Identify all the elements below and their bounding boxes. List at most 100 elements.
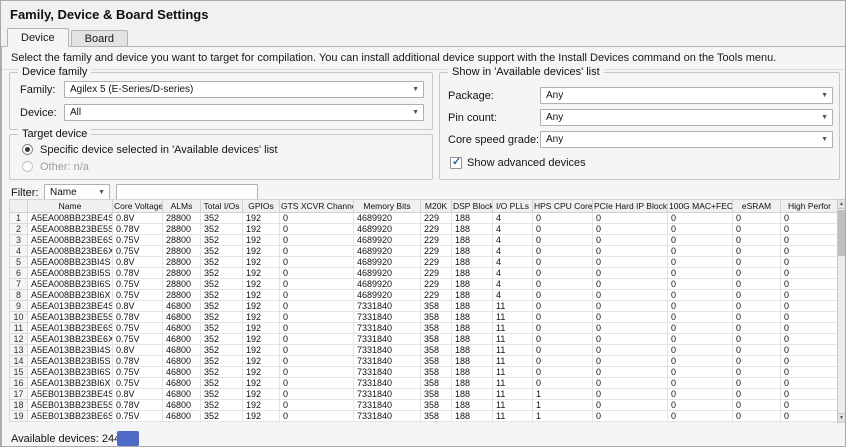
table-cell[interactable]: 7331840 (354, 301, 421, 312)
table-cell[interactable]: 46800 (163, 411, 201, 422)
table-cell[interactable]: 358 (421, 334, 452, 345)
table-cell[interactable]: 358 (421, 411, 452, 422)
table-cell[interactable]: 4 (493, 290, 533, 301)
table-cell[interactable]: 0 (280, 334, 354, 345)
table-cell[interactable]: 0 (781, 312, 839, 323)
table-cell[interactable]: 0 (668, 224, 733, 235)
column-header[interactable]: Total I/Os (201, 200, 243, 213)
table-cell[interactable]: 0 (668, 246, 733, 257)
table-cell[interactable]: 0.8V (113, 213, 163, 224)
table-cell[interactable]: A5EA013BB23BE6X (28, 334, 113, 345)
table-cell[interactable]: 11 (493, 312, 533, 323)
table-cell[interactable]: 352 (201, 312, 243, 323)
table-cell[interactable]: 0 (668, 334, 733, 345)
table-cell[interactable]: 0 (280, 400, 354, 411)
device-select[interactable]: All ▼ (64, 104, 424, 121)
table-cell[interactable]: A5EA008BB23BI6X (28, 290, 113, 301)
table-cell[interactable]: 11 (493, 378, 533, 389)
table-cell[interactable]: 0 (781, 246, 839, 257)
table-cell[interactable]: 188 (452, 378, 493, 389)
table-cell[interactable]: 352 (201, 301, 243, 312)
table-cell[interactable]: 0 (668, 400, 733, 411)
table-cell[interactable]: 46800 (163, 367, 201, 378)
table-cell[interactable]: 0 (781, 290, 839, 301)
table-cell[interactable]: 0 (593, 323, 668, 334)
table-cell[interactable]: 188 (452, 279, 493, 290)
table-cell[interactable]: 0.8V (113, 345, 163, 356)
table-cell[interactable]: 188 (452, 323, 493, 334)
column-header[interactable]: HPS CPU Cores (533, 200, 593, 213)
table-cell[interactable]: 1 (533, 400, 593, 411)
table-cell[interactable]: A5EA008BB23BI6S (28, 279, 113, 290)
table-cell[interactable]: 192 (243, 411, 280, 422)
table-cell[interactable]: 46800 (163, 345, 201, 356)
table-cell[interactable]: A5EA008BB23BE4S (28, 213, 113, 224)
table-cell[interactable]: 352 (201, 235, 243, 246)
table-cell[interactable]: 46800 (163, 400, 201, 411)
table-cell[interactable]: 7331840 (354, 334, 421, 345)
table-cell[interactable]: 0 (668, 356, 733, 367)
table-cell[interactable]: 192 (243, 367, 280, 378)
table-cell[interactable]: 352 (201, 224, 243, 235)
table-cell[interactable]: 0 (781, 356, 839, 367)
table-cell[interactable]: 28800 (163, 224, 201, 235)
table-row[interactable]: 16A5EA013BB23BI6X0.75V468003521920733184… (10, 378, 839, 389)
table-cell[interactable]: 0 (533, 279, 593, 290)
table-cell[interactable]: 188 (452, 224, 493, 235)
column-header[interactable]: M20K (421, 200, 452, 213)
table-cell[interactable]: 192 (243, 323, 280, 334)
table-cell[interactable]: 192 (243, 389, 280, 400)
table-row[interactable]: 6A5EA008BB23BI5S0.78V2880035219204689920… (10, 268, 839, 279)
table-cell[interactable]: 188 (452, 312, 493, 323)
table-cell[interactable]: 0.75V (113, 279, 163, 290)
horizontal-scrollbar[interactable] (2, 429, 846, 447)
table-cell[interactable]: 0 (733, 356, 781, 367)
table-cell[interactable]: 0 (733, 290, 781, 301)
table-cell[interactable]: 11 (493, 345, 533, 356)
table-cell[interactable]: 0 (668, 345, 733, 356)
table-cell[interactable]: 7331840 (354, 389, 421, 400)
scroll-down-icon[interactable]: ▼ (838, 413, 845, 422)
table-cell[interactable]: 0.8V (113, 389, 163, 400)
column-header[interactable]: GPIOs (243, 200, 280, 213)
table-cell[interactable]: 0 (668, 213, 733, 224)
table-cell[interactable]: 4689920 (354, 235, 421, 246)
package-select[interactable]: Any ▼ (540, 87, 833, 104)
table-cell[interactable]: 0 (668, 279, 733, 290)
table-cell[interactable]: A5EA013BB23BE6S (28, 323, 113, 334)
table-cell[interactable]: 0 (781, 235, 839, 246)
table-cell[interactable]: 352 (201, 411, 243, 422)
table-cell[interactable]: 0 (781, 334, 839, 345)
column-header[interactable]: ALMs (163, 200, 201, 213)
table-cell[interactable]: 11 (493, 389, 533, 400)
table-cell[interactable]: 352 (201, 246, 243, 257)
table-cell[interactable]: 0 (533, 345, 593, 356)
table-cell[interactable]: 0 (733, 378, 781, 389)
table-cell[interactable]: 0 (733, 268, 781, 279)
table-cell[interactable]: 0 (733, 224, 781, 235)
table-cell[interactable]: 4 (493, 279, 533, 290)
table-cell[interactable]: 188 (452, 213, 493, 224)
table-cell[interactable]: 0 (593, 257, 668, 268)
table-cell[interactable]: 0 (733, 334, 781, 345)
table-cell[interactable]: 46800 (163, 334, 201, 345)
table-cell[interactable]: 0 (533, 312, 593, 323)
table-cell[interactable]: 0 (593, 411, 668, 422)
table-cell[interactable]: 352 (201, 356, 243, 367)
table-cell[interactable]: 229 (421, 279, 452, 290)
table-cell[interactable]: 0 (533, 301, 593, 312)
table-cell[interactable]: 188 (452, 334, 493, 345)
table-cell[interactable]: 4 (493, 257, 533, 268)
horizontal-scrollbar-thumb[interactable] (117, 431, 139, 446)
table-cell[interactable]: 46800 (163, 356, 201, 367)
table-cell[interactable]: 0 (781, 345, 839, 356)
table-cell[interactable]: 0 (733, 400, 781, 411)
table-row[interactable]: 10A5EA013BB23BE5S0.78V468003521920733184… (10, 312, 839, 323)
table-row[interactable]: 7A5EA008BB23BI6S0.75V2880035219204689920… (10, 279, 839, 290)
table-cell[interactable]: 0 (533, 356, 593, 367)
table-cell[interactable]: 229 (421, 290, 452, 301)
table-cell[interactable]: 0 (668, 235, 733, 246)
table-cell[interactable]: 192 (243, 301, 280, 312)
table-cell[interactable]: 7331840 (354, 312, 421, 323)
table-cell[interactable]: 0 (280, 356, 354, 367)
